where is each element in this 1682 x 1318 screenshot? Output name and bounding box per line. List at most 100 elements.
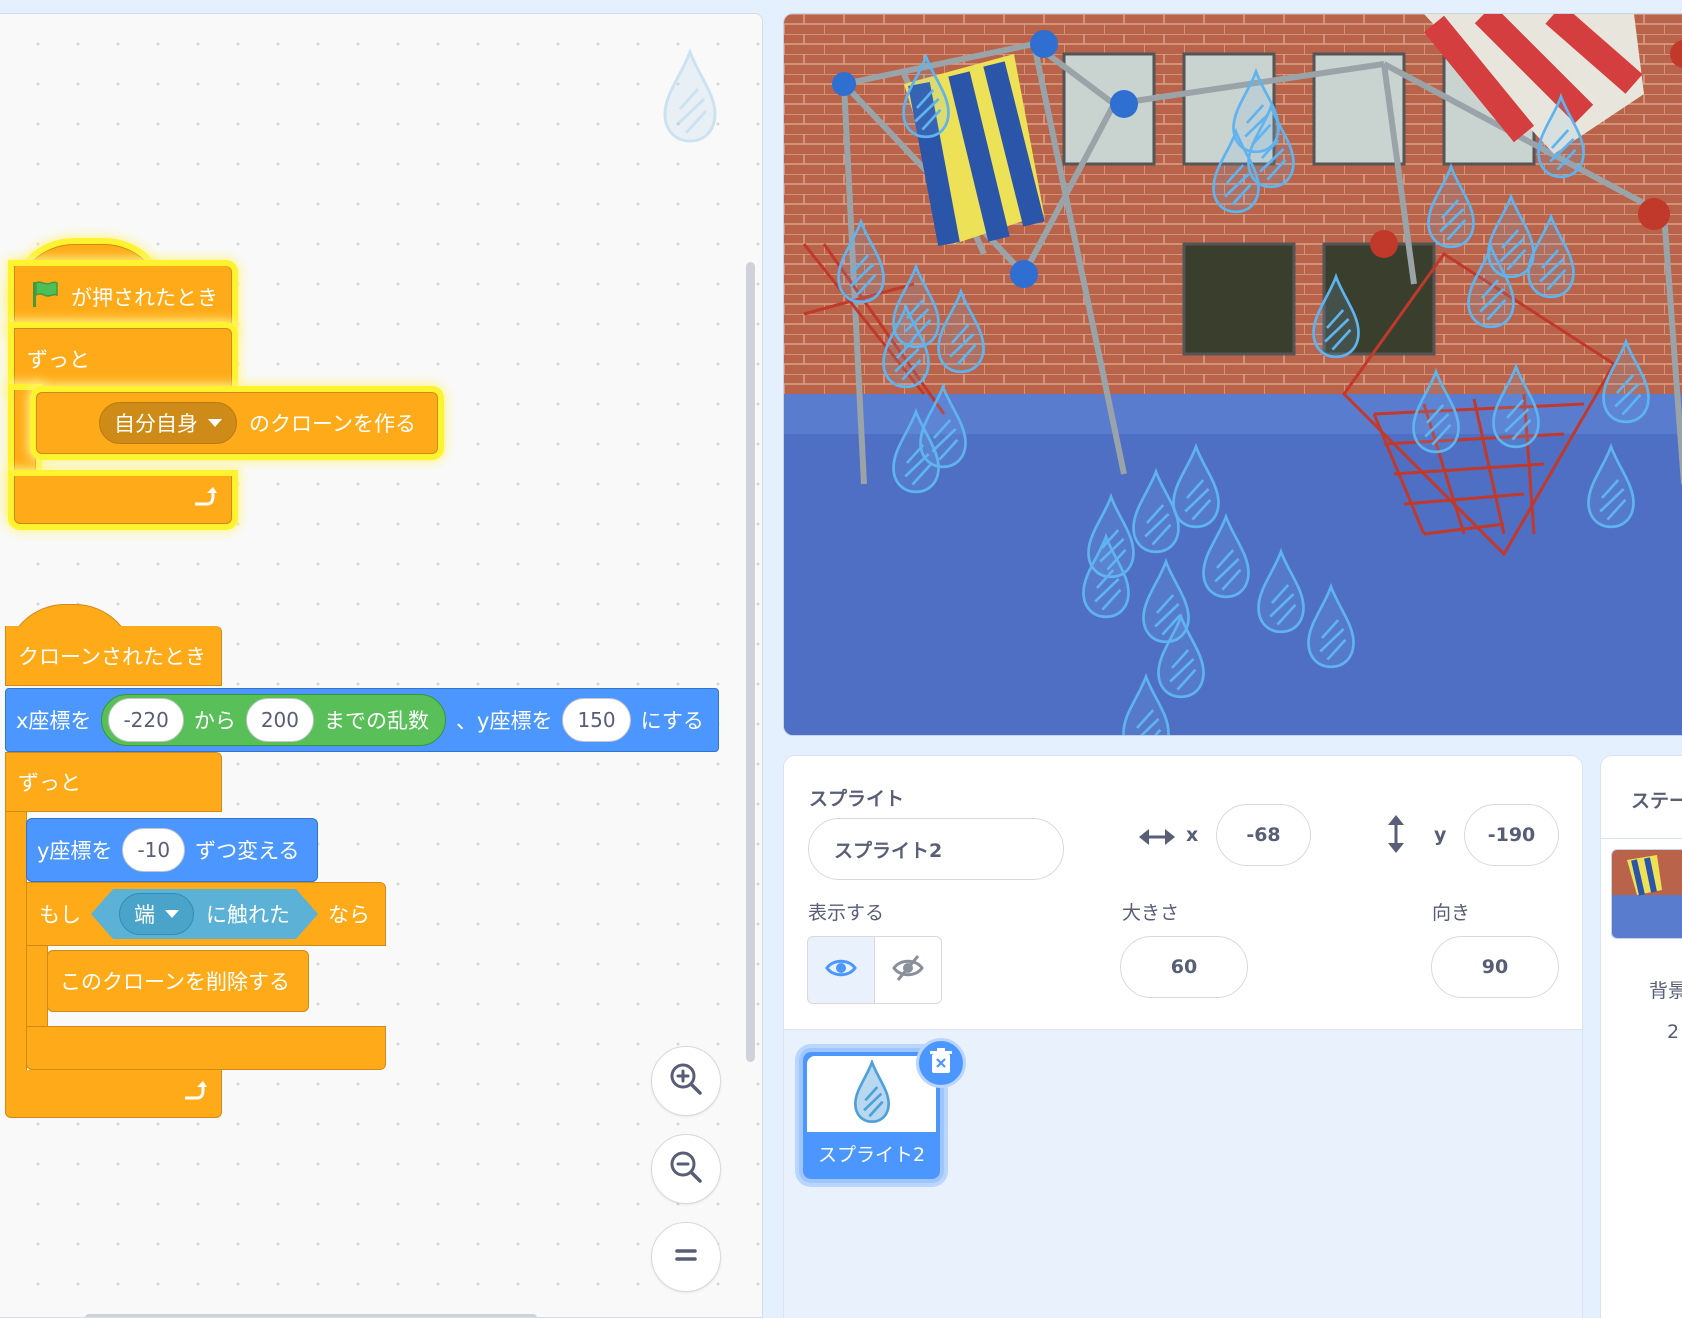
sprite-info-panel: スプライト スプライト2 x -68 y -190 表示する 大きさ 60 向き… (783, 755, 1583, 1318)
change-y-suffix: ずつ変える (195, 839, 300, 863)
code-workspace[interactable]: が押されたとき ずっと 自分自身 のクローンを作る クローンされたとき x座標を (0, 13, 763, 1318)
random-operator[interactable]: -220 から 200 までの乱数 (101, 694, 447, 746)
vertical-scrollbar[interactable] (746, 262, 755, 1062)
if-arm (26, 946, 48, 1026)
raindrop-clone (1307, 582, 1355, 669)
zoom-reset-icon (671, 1240, 701, 1274)
random-from-label: から (193, 709, 236, 733)
forever-label: ずっと (18, 771, 81, 795)
forever-arm (5, 812, 27, 1082)
direction-value: 90 (1481, 956, 1509, 978)
show-label: 表示する (808, 902, 885, 924)
then-label: なら (328, 903, 370, 927)
zoom-out-icon (666, 1147, 706, 1191)
when-cloned-block[interactable]: クローンされたとき (5, 626, 222, 686)
touching-target-dropdown[interactable]: 端 (119, 893, 194, 935)
raindrop-clone (919, 382, 967, 469)
eye-slash-icon (892, 954, 924, 986)
stage-canvas[interactable] (783, 13, 1682, 736)
sprite-list: スプライト2 (784, 1029, 1582, 1318)
sprite-header: スプライト (809, 788, 905, 810)
goto-y-input[interactable]: 150 (562, 698, 631, 742)
direction-field[interactable]: 90 (1431, 936, 1559, 998)
chevron-down-icon (208, 419, 222, 427)
delete-sprite-button[interactable] (916, 1038, 966, 1088)
raindrop-clone (1527, 212, 1575, 299)
touching-condition[interactable]: 端 に触れた (91, 889, 318, 939)
goto-end-label: にする (640, 709, 704, 733)
trash-icon (929, 1048, 953, 1078)
size-value: 60 (1170, 956, 1198, 978)
hide-sprite-toggle[interactable] (874, 936, 942, 1004)
sprite-tile-name: スプライト2 (817, 1144, 926, 1166)
zoom-in-button[interactable] (651, 1046, 721, 1116)
goto-y-label: 、y座標を (456, 709, 553, 733)
raindrop-clones-layer (837, 52, 1650, 735)
clone-target-dropdown[interactable]: 自分自身 (99, 402, 237, 444)
vertical-arrows-icon (1385, 814, 1407, 858)
size-field[interactable]: 60 (1120, 936, 1248, 998)
divider (1601, 838, 1682, 839)
raindrop-clone (902, 52, 950, 139)
size-label: 大きさ (1122, 902, 1180, 924)
raindrop-clone (1172, 442, 1220, 529)
sprite-tile[interactable]: スプライト2 (799, 1038, 966, 1183)
goto-x-label: x座標を (16, 709, 92, 733)
backdrop-count: 2 (1667, 1021, 1680, 1043)
touching-target-value: 端 (134, 903, 155, 927)
random-label: までの乱数 (324, 709, 430, 733)
raindrop-clone (1202, 512, 1250, 599)
horizontal-arrows-icon (1137, 822, 1177, 856)
chevron-down-icon (165, 910, 179, 918)
raindrop-clone (1412, 367, 1460, 454)
forever-label: ずっと (27, 348, 90, 372)
when-flag-clicked-block[interactable]: が押されたとき (14, 266, 232, 328)
direction-label: 向き (1432, 902, 1471, 924)
random-from-input[interactable]: -220 (108, 698, 184, 742)
y-field[interactable]: -190 (1464, 804, 1559, 866)
goto-xy-block[interactable]: x座標を -220 から 200 までの乱数 、y座標を 150 にする (5, 688, 719, 752)
forever-bottom (14, 476, 232, 524)
create-clone-label: のクローンを作る (249, 412, 416, 436)
zoom-reset-button[interactable] (651, 1222, 721, 1292)
forever-block[interactable]: ずっと (14, 328, 232, 390)
zoom-out-button[interactable] (651, 1134, 721, 1204)
forever-bottom (5, 1070, 222, 1118)
raindrop-clone (1492, 362, 1540, 449)
stage-panel[interactable]: ステー 背景 2 (1600, 755, 1682, 1318)
horizontal-scrollbar[interactable] (85, 1314, 537, 1317)
clone-target-value: 自分自身 (114, 412, 198, 436)
eye-icon (825, 957, 857, 983)
forever-block[interactable]: ずっと (5, 752, 222, 812)
raindrop-clone (1587, 442, 1635, 529)
if-bottom (26, 1026, 386, 1070)
loop-arrow-icon (181, 1078, 207, 1109)
stage-panel-title: ステー (1631, 790, 1682, 812)
sprite-name-field[interactable]: スプライト2 (808, 818, 1064, 880)
create-clone-block[interactable]: 自分自身 のクローンを作る (36, 392, 438, 454)
raindrop-clone (1537, 92, 1585, 179)
change-y-input[interactable]: -10 (122, 828, 186, 872)
change-y-block[interactable]: y座標を -10 ずつ変える (26, 818, 318, 882)
change-y-label: y座標を (37, 839, 113, 863)
x-label: x (1186, 824, 1199, 846)
x-field[interactable]: -68 (1216, 804, 1311, 866)
loop-arrow-icon (191, 484, 217, 515)
x-value: -68 (1246, 824, 1281, 846)
hat-label: が押されたとき (71, 285, 218, 310)
raindrop-clone (937, 287, 985, 374)
raindrop-clone (1132, 467, 1180, 554)
show-sprite-toggle[interactable] (807, 936, 875, 1004)
y-value: -190 (1487, 824, 1536, 846)
y-label: y (1434, 824, 1447, 846)
delete-clone-block[interactable]: このクローンを削除する (47, 950, 309, 1012)
random-to-input[interactable]: 200 (245, 698, 315, 742)
raindrop-clone (1312, 272, 1360, 359)
backdrop-label: 背景 (1649, 980, 1682, 1002)
hat-label: クローンされたとき (18, 644, 206, 669)
if-block[interactable]: もし 端 に触れた なら (26, 882, 386, 946)
raindrop-icon (852, 1058, 892, 1128)
if-label: もし (39, 903, 81, 927)
stage-thumbnail[interactable] (1611, 849, 1682, 939)
delete-clone-label: このクローンを削除する (60, 970, 290, 994)
